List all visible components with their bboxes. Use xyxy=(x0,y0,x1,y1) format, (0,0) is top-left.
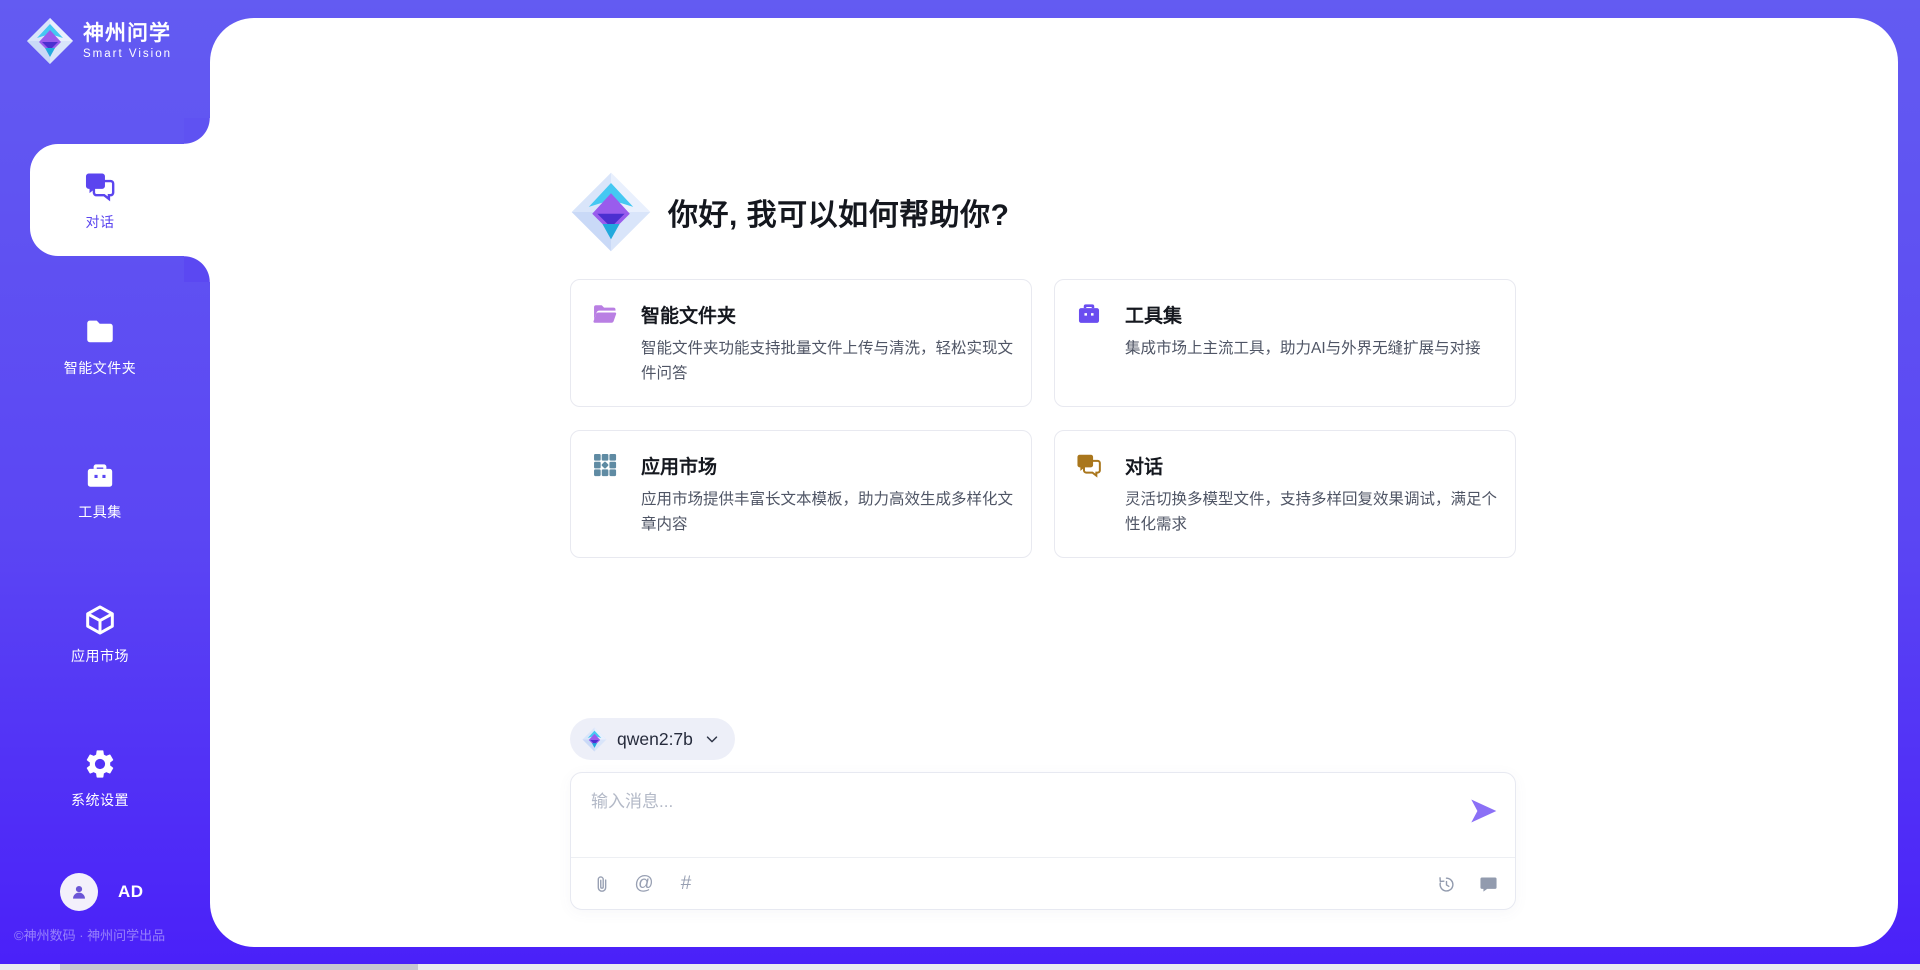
greeting: 你好, 我可以如何帮助你? xyxy=(570,171,1516,253)
card-title: 应用市场 xyxy=(641,452,717,479)
main-content: 你好, 我可以如何帮助你? 智能文件夹 智能文件夹功能支持批量文件上传与清洗，轻… xyxy=(570,171,1516,910)
card-toolset[interactable]: 工具集 集成市场上主流工具，助力AI与外界无缝扩展与对接 xyxy=(1054,279,1516,407)
grid-icon xyxy=(591,451,619,479)
card-app-market[interactable]: 应用市场 应用市场提供丰富长文本模板，助力高效生成多样化文章内容 xyxy=(570,430,1032,558)
assistant-logo-icon xyxy=(570,171,652,253)
toolbox-icon xyxy=(1075,300,1103,328)
card-smart-folder[interactable]: 智能文件夹 智能文件夹功能支持批量文件上传与清洗，轻松实现文件问答 xyxy=(570,279,1032,407)
sidebar-item-label: 系统设置 xyxy=(71,790,129,810)
model-selector[interactable]: qwen2:7b xyxy=(570,718,735,760)
card-chat[interactable]: 对话 灵活切换多模型文件，支持多样回复效果调试，满足个性化需求 xyxy=(1054,430,1516,558)
sidebar-item-app-market[interactable]: 应用市场 xyxy=(0,578,210,690)
sidebar-item-settings[interactable]: 系统设置 xyxy=(0,722,210,834)
message-input[interactable] xyxy=(591,787,1451,849)
attachment-icon[interactable] xyxy=(591,873,613,895)
card-description: 灵活切换多模型文件，支持多样回复效果调试，满足个性化需求 xyxy=(1125,488,1497,538)
mention-icon[interactable]: @ xyxy=(633,873,655,895)
feature-cards: 智能文件夹 智能文件夹功能支持批量文件上传与清洗，轻松实现文件问答 工具集 集成… xyxy=(570,279,1516,558)
active-tab-background xyxy=(30,144,210,256)
greeting-text: 你好, 我可以如何帮助你? xyxy=(668,190,1010,234)
card-description: 应用市场提供丰富长文本模板，助力高效生成多样化文章内容 xyxy=(641,488,1013,538)
chat-icon xyxy=(83,169,117,203)
brand-logo-icon xyxy=(26,17,74,65)
card-title: 对话 xyxy=(1125,452,1163,479)
sidebar-item-label: 对话 xyxy=(86,212,115,232)
sidebar: 神州问学 Smart Vision 对话 智能文件夹 xyxy=(0,0,210,970)
send-icon[interactable] xyxy=(1467,795,1499,827)
message-composer: @ # xyxy=(570,772,1516,910)
sidebar-item-chat[interactable]: 对话 xyxy=(0,144,210,256)
horizontal-scrollbar[interactable] xyxy=(0,964,1920,970)
user-profile[interactable]: AD xyxy=(60,873,144,911)
card-title: 工具集 xyxy=(1125,301,1182,328)
model-selector-row: qwen2:7b xyxy=(570,718,1516,760)
sidebar-item-smart-folder[interactable]: 智能文件夹 xyxy=(0,290,210,402)
sidebar-item-toolset[interactable]: 工具集 xyxy=(0,434,210,546)
cube-icon xyxy=(83,603,117,637)
brand-subtitle: Smart Vision xyxy=(83,48,172,60)
brand-name: 神州问学 xyxy=(83,22,172,46)
card-title: 智能文件夹 xyxy=(641,301,736,328)
user-initials: AD xyxy=(118,882,144,902)
folder-open-icon xyxy=(591,300,619,328)
sidebar-item-label: 智能文件夹 xyxy=(64,358,137,378)
folder-icon xyxy=(83,315,117,349)
scrollbar-thumb[interactable] xyxy=(60,964,418,970)
comment-icon[interactable] xyxy=(1477,873,1499,895)
brand: 神州问学 Smart Vision xyxy=(26,17,172,65)
tab-curve-top xyxy=(184,118,210,144)
tab-curve-bottom xyxy=(184,256,210,282)
hashtag-icon[interactable]: # xyxy=(675,873,697,895)
chat-bubbles-icon xyxy=(1075,451,1103,479)
sidebar-item-label: 应用市场 xyxy=(71,646,129,666)
sidebar-item-label: 工具集 xyxy=(78,502,122,522)
history-icon[interactable] xyxy=(1435,873,1457,895)
toolbox-icon xyxy=(83,459,117,493)
model-logo-icon xyxy=(582,727,607,752)
card-description: 智能文件夹功能支持批量文件上传与清洗，轻松实现文件问答 xyxy=(641,337,1013,387)
card-description: 集成市场上主流工具，助力AI与外界无缝扩展与对接 xyxy=(1125,337,1497,362)
avatar xyxy=(60,873,98,911)
chevron-down-icon xyxy=(703,730,721,748)
copyright-text: ©神州数码 · 神州问学出品 xyxy=(14,925,165,944)
app-root: 神州问学 Smart Vision 对话 智能文件夹 xyxy=(0,0,1920,970)
gear-icon xyxy=(83,747,117,781)
composer-toolbar: @ # xyxy=(591,858,1499,910)
main-panel: 你好, 我可以如何帮助你? 智能文件夹 智能文件夹功能支持批量文件上传与清洗，轻… xyxy=(210,18,1898,947)
model-name: qwen2:7b xyxy=(617,729,693,750)
